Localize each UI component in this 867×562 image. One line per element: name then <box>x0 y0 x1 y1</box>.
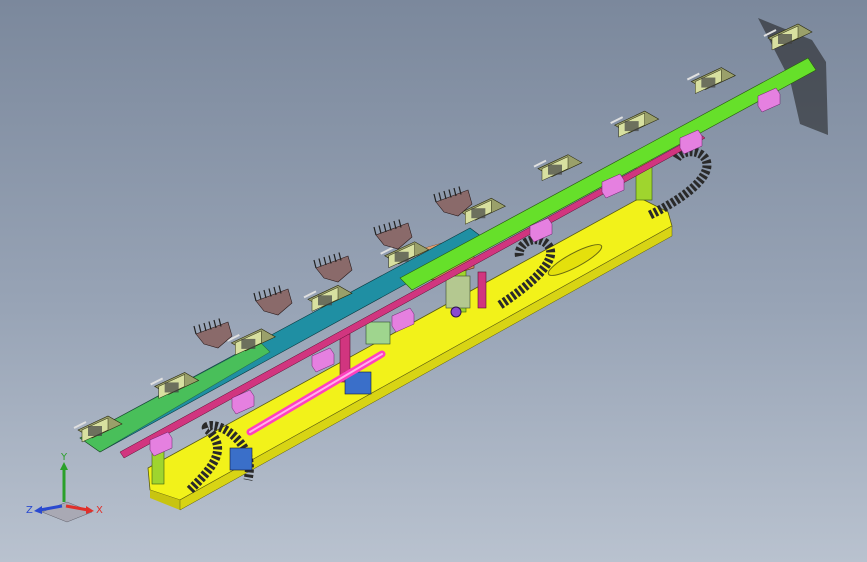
conveyor-belts <box>79 57 817 453</box>
gripper-unit[interactable] <box>610 110 660 138</box>
z-axis-label: Z <box>26 505 33 516</box>
claw-unit[interactable] <box>373 219 413 250</box>
gripper-unit[interactable] <box>533 154 583 182</box>
cad-viewport[interactable]: Y X Z <box>0 0 867 562</box>
claw-unit[interactable] <box>313 252 353 283</box>
gripper-units <box>73 23 813 443</box>
claw-unit[interactable] <box>193 318 233 349</box>
y-axis-label: Y <box>60 452 68 463</box>
motor-block-left <box>229 447 253 471</box>
mount-plate <box>445 275 471 309</box>
axis-triad[interactable]: Y X Z <box>22 450 112 530</box>
adjust-knob[interactable] <box>450 306 462 318</box>
claw-unit[interactable] <box>253 285 293 316</box>
x-axis-label: X <box>96 505 103 516</box>
assembly-model[interactable] <box>0 0 867 562</box>
gripper-unit[interactable] <box>686 67 736 94</box>
motor-housing <box>365 321 391 345</box>
